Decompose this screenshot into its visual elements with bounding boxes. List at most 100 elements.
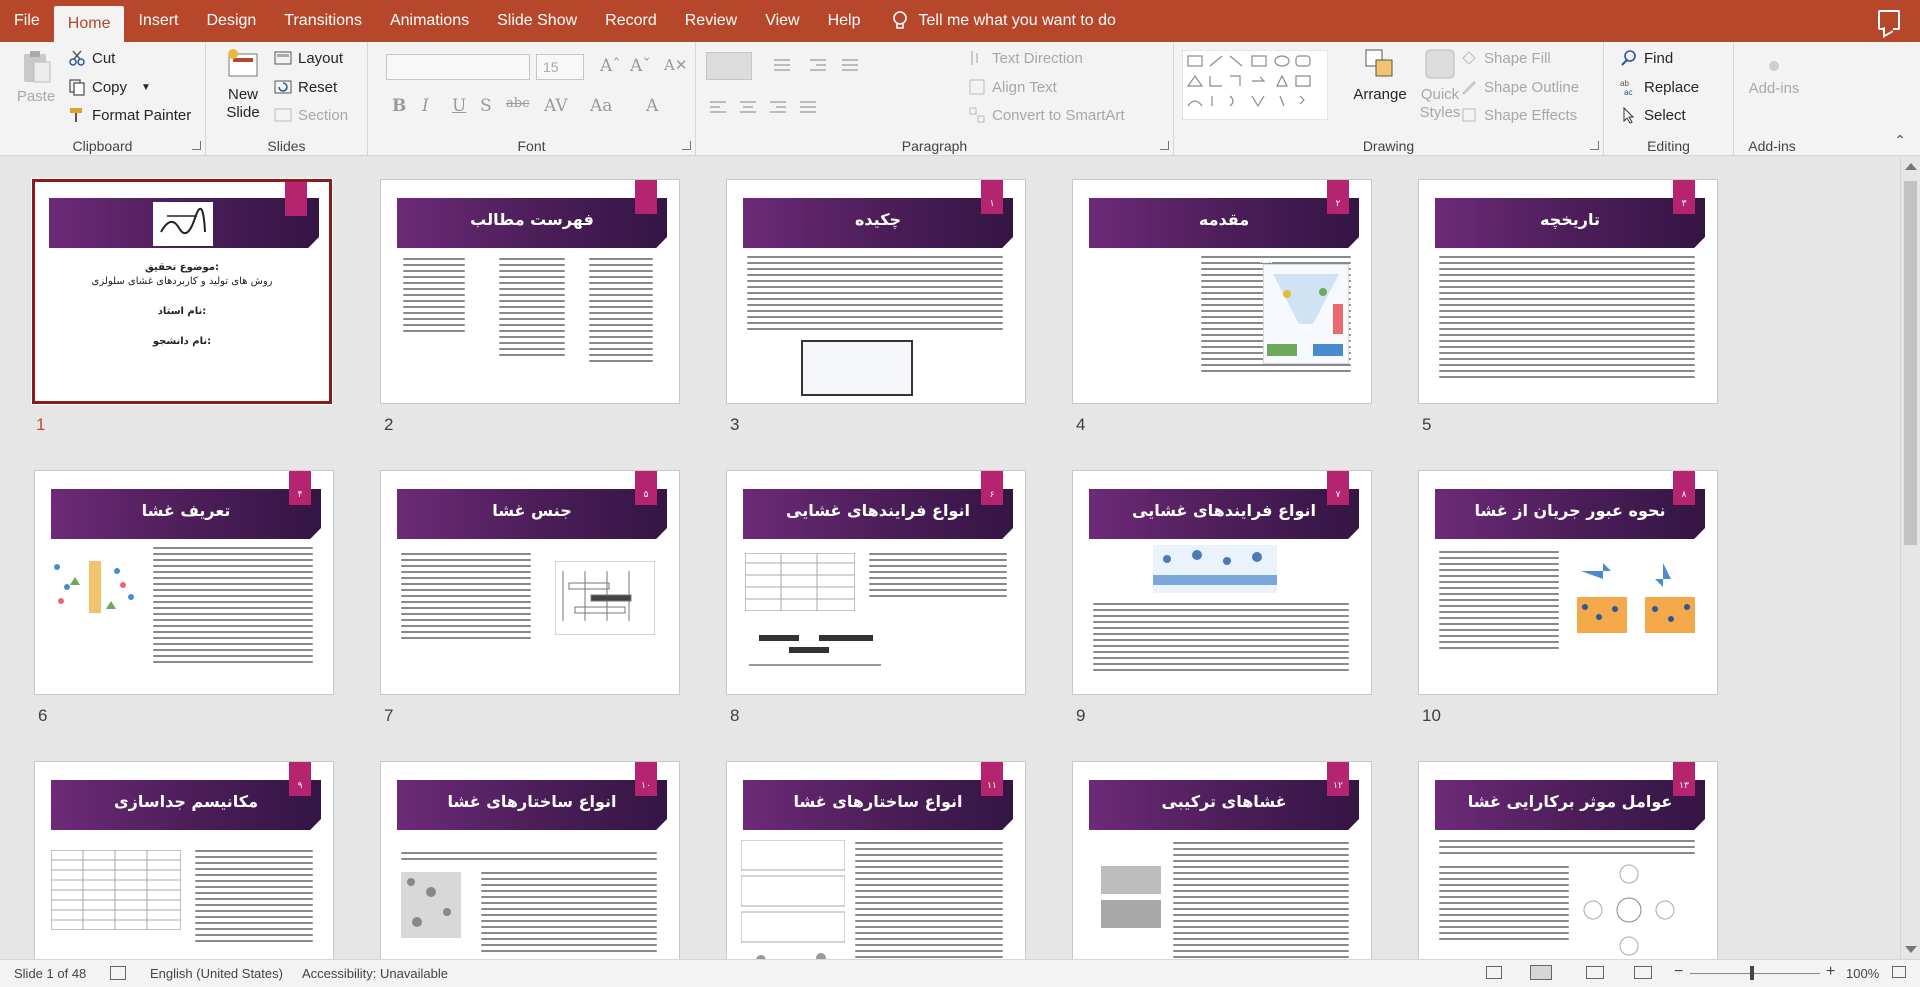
bullets-button[interactable] <box>706 52 752 80</box>
tab-view[interactable]: View <box>751 0 813 42</box>
tab-record[interactable]: Record <box>591 0 671 42</box>
increase-font-icon[interactable]: Aˆ <box>600 56 621 76</box>
fit-to-window-icon[interactable] <box>1892 966 1906 978</box>
shape-fill-button[interactable]: Shape Fill <box>1460 49 1551 67</box>
bold-icon[interactable]: B <box>392 96 406 116</box>
text-direction-button[interactable]: Text Direction <box>968 49 1083 67</box>
tab-help[interactable]: Help <box>814 0 875 42</box>
shapes-gallery[interactable] <box>1182 50 1328 120</box>
slide-thumbnail-5[interactable]: ۳ تاریخچه 5 <box>1418 179 1718 434</box>
tab-review[interactable]: Review <box>671 0 751 42</box>
drawing-launcher[interactable] <box>1590 141 1599 150</box>
normal-view-icon[interactable] <box>1486 966 1502 979</box>
replace-button[interactable]: ab ac Replace <box>1620 78 1699 97</box>
spacing-icon[interactable]: AV <box>544 96 568 116</box>
slide-thumbnail-9[interactable]: ۷ انواع فرایندهای غشایی 9 <box>1072 470 1372 725</box>
slide-7[interactable]: ۵ جنس غشا <box>380 470 680 695</box>
font-launcher[interactable] <box>682 141 691 150</box>
reading-view-icon[interactable] <box>1586 966 1604 979</box>
paragraph-launcher[interactable] <box>1160 141 1169 150</box>
paste-button[interactable]: Paste <box>14 48 58 105</box>
copy-button[interactable]: Copy ▼ <box>68 78 151 96</box>
slide-13[interactable]: ۱۱ انواع ساختارهای غشا <box>726 761 1026 959</box>
tab-transitions[interactable]: Transitions <box>270 0 376 42</box>
addins-button[interactable]: Add-ins <box>1746 56 1802 97</box>
slide-4[interactable]: ۲ مقدمه <box>1072 179 1372 404</box>
zoom-level[interactable]: 100% <box>1846 966 1879 981</box>
slide-thumbnail-7[interactable]: ۵ جنس غشا 7 <box>380 470 680 725</box>
slide-12[interactable]: ۱۰ انواع ساختارهای غشا <box>380 761 680 959</box>
slide-14[interactable]: ۱۲ غشاهای ترکیبی <box>1072 761 1372 959</box>
slide-thumbnail-10[interactable]: ۸ نحوه عبور جریان از غشا 10 <box>1418 470 1718 725</box>
vertical-scrollbar[interactable] <box>1900 157 1920 959</box>
font-name-box[interactable] <box>386 54 530 80</box>
tab-slide-show[interactable]: Slide Show <box>483 0 591 42</box>
slide-thumbnail-4[interactable]: ۲ مقدمه 4 <box>1072 179 1372 434</box>
slide-15[interactable]: ۱۳ عوامل موثر برکارایی غشا <box>1418 761 1718 959</box>
collapse-ribbon-icon[interactable]: ⌃ <box>1894 132 1906 149</box>
slide-thumbnail-11[interactable]: ۹ مکانیسم جداسازی <box>34 761 334 959</box>
layout-button[interactable]: Layout <box>274 49 343 67</box>
zoom-in-icon[interactable]: + <box>1826 963 1835 981</box>
italic-icon[interactable]: I <box>422 96 429 116</box>
clipboard-launcher[interactable] <box>192 141 201 150</box>
scroll-down-icon[interactable] <box>1905 946 1917 953</box>
slide-thumbnail-8[interactable]: ۶ انواع فرایندهای غشایی 8 <box>726 470 1026 725</box>
tab-insert[interactable]: Insert <box>124 0 192 42</box>
slide-6[interactable]: ۴ تعریف غشا <box>34 470 334 695</box>
accessibility-indicator[interactable]: Accessibility: Unavailable <box>302 966 448 981</box>
scroll-up-icon[interactable] <box>1905 163 1917 170</box>
decrease-font-icon[interactable]: Aˇ <box>630 56 651 76</box>
slide-2[interactable]: فهرست مطالب <box>380 179 680 404</box>
cut-button[interactable]: Cut <box>68 49 115 67</box>
tab-home[interactable]: Home <box>53 6 125 42</box>
language-indicator[interactable]: English (United States) <box>150 966 283 981</box>
section-button[interactable]: Section <box>274 106 348 124</box>
select-button[interactable]: Select <box>1620 106 1686 124</box>
slide-thumbnail-13[interactable]: ۱۱ انواع ساختارهای غشا <box>726 761 1026 959</box>
font-size-box[interactable]: 15 <box>536 54 584 80</box>
notes-icon[interactable] <box>110 966 126 980</box>
slide-9[interactable]: ۷ انواع فرایندهای غشایی <box>1072 470 1372 695</box>
slide-thumbnail-15[interactable]: ۱۳ عوامل موثر برکارایی غشا <box>1418 761 1718 959</box>
find-button[interactable]: Find <box>1620 49 1673 67</box>
tab-animations[interactable]: Animations <box>376 0 483 42</box>
tell-me-box[interactable]: Tell me what you want to do <box>875 0 1116 42</box>
list-indent-icons[interactable] <box>772 56 932 76</box>
slide-8[interactable]: ۶ انواع فرایندهای غشایی <box>726 470 1026 695</box>
zoom-out-icon[interactable]: − <box>1674 963 1683 981</box>
scroll-thumb[interactable] <box>1904 181 1917 545</box>
slide-11[interactable]: ۹ مکانیسم جداسازی <box>34 761 334 959</box>
strikethrough-icon[interactable]: abc <box>506 96 529 111</box>
slide-1[interactable]: موضوع تحقیق: روش های تولید و کاربردهای غ… <box>31 178 333 405</box>
slide-show-icon[interactable] <box>1634 966 1652 979</box>
slide-5[interactable]: ۳ تاریخچه <box>1418 179 1718 404</box>
tab-design[interactable]: Design <box>192 0 270 42</box>
slide-10[interactable]: ۸ نحوه عبور جریان از غشا <box>1418 470 1718 695</box>
zoom-slider[interactable] <box>1690 973 1820 974</box>
tab-file[interactable]: File <box>0 0 54 42</box>
slide-thumbnail-2[interactable]: فهرست مطالب 2 <box>380 179 680 434</box>
slide-thumbnail-12[interactable]: ۱۰ انواع ساختارهای غشا <box>380 761 680 959</box>
shape-outline-button[interactable]: Shape Outline <box>1460 78 1579 96</box>
slide-3[interactable]: ۱ چکیده <box>726 179 1026 404</box>
zoom-knob[interactable] <box>1750 966 1754 980</box>
chevron-down-icon[interactable]: ▼ <box>141 82 151 93</box>
format-painter-button[interactable]: Format Painter <box>68 106 191 124</box>
reset-button[interactable]: Reset <box>274 78 337 96</box>
arrange-button[interactable]: Arrange <box>1350 46 1410 103</box>
new-slide-button[interactable]: New Slide <box>216 46 270 122</box>
comments-icon[interactable] <box>1878 10 1900 30</box>
shadow-icon[interactable]: S <box>480 96 492 116</box>
slide-thumbnail-6[interactable]: ۴ تعریف غشا 6 <box>34 470 334 725</box>
alignment-icons[interactable] <box>708 98 908 118</box>
font-color-icon[interactable]: A <box>646 96 658 116</box>
underline-icon[interactable]: U <box>452 96 466 116</box>
slide-thumbnail-1[interactable]: موضوع تحقیق: روش های تولید و کاربردهای غ… <box>31 178 333 434</box>
smartart-button[interactable]: Convert to SmartArt <box>968 106 1125 124</box>
clear-format-icon[interactable]: A✕ <box>664 56 687 74</box>
slide-thumbnail-14[interactable]: ۱۲ غشاهای ترکیبی <box>1072 761 1372 959</box>
shape-effects-button[interactable]: Shape Effects <box>1460 106 1577 124</box>
align-text-button[interactable]: Align Text <box>968 78 1057 96</box>
change-case-icon[interactable]: Aa <box>590 96 612 116</box>
